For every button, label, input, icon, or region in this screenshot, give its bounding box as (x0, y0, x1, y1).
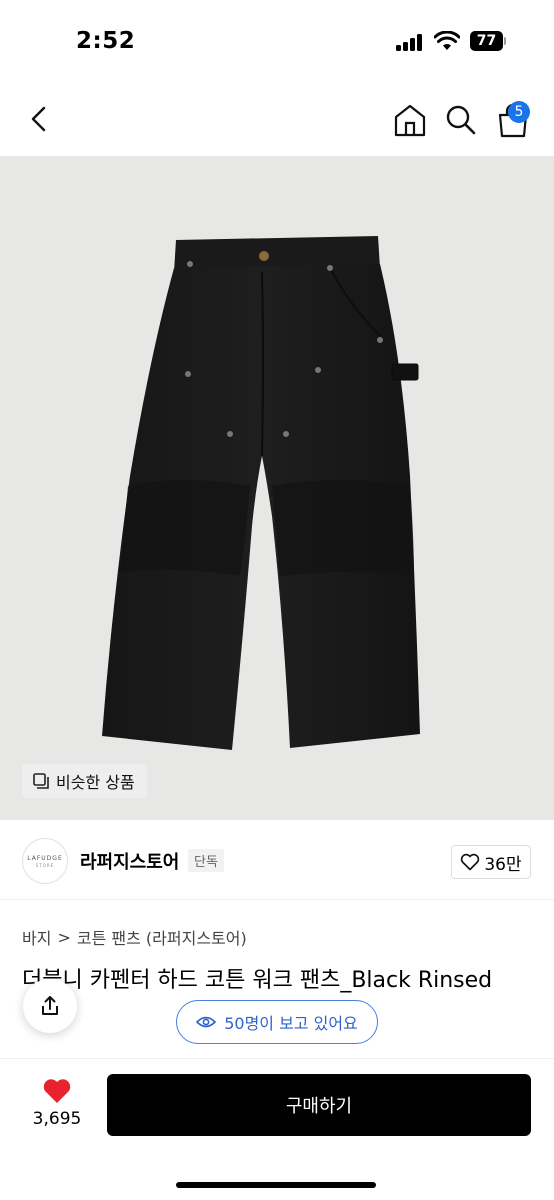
product-image[interactable] (0, 156, 554, 820)
share-icon (42, 996, 58, 1015)
battery-icon: 77 (470, 31, 506, 51)
store-name[interactable]: 라퍼지스토어 (80, 848, 179, 874)
status-bar: 2:52 77 (0, 0, 554, 80)
eye-icon (196, 1016, 217, 1028)
status-time: 2:52 (76, 28, 136, 54)
wifi-icon (434, 31, 460, 50)
buy-button[interactable]: 구매하기 (107, 1074, 531, 1136)
viewers-indicator: 50명이 보고 있어요 (176, 1000, 378, 1044)
heart-outline-icon (461, 853, 480, 871)
store-logo-subtext: STORE (35, 862, 55, 868)
store-logo[interactable]: LAFUDGE STORE (22, 838, 68, 884)
cellular-signal-icon (396, 33, 424, 51)
cart-count-badge: 5 (508, 101, 530, 123)
back-icon[interactable] (22, 102, 56, 136)
heart-filled-icon[interactable] (42, 1077, 72, 1105)
wish-count: 3,695 (32, 1109, 82, 1129)
store-like-count: 36만 (484, 854, 522, 875)
store-row: LAFUDGE STORE 라퍼지스토어 단독 36만 (0, 820, 554, 900)
product-title: 더블니 카펜터 하드 코튼 워크 팬츠_Black Rinsed (22, 968, 493, 993)
top-nav (0, 80, 554, 156)
store-like-button[interactable]: 36만 (451, 845, 531, 879)
breadcrumb: 바지 > 코튼 팬츠 (라퍼지스토어) (22, 925, 247, 949)
search-icon[interactable] (443, 102, 479, 138)
pants-illustration (102, 236, 420, 750)
breadcrumb-subcategory[interactable]: 코튼 팬츠 (라퍼지스토어) (77, 925, 247, 949)
viewers-label: 50명이 보고 있어요 (224, 1014, 358, 1033)
similar-icon (33, 773, 49, 789)
home-indicator (176, 1182, 376, 1188)
similar-products-label: 비슷한 상품 (56, 773, 135, 792)
exclusive-badge: 단독 (188, 849, 224, 872)
breadcrumb-separator: > (57, 927, 71, 947)
breadcrumb-category[interactable]: 바지 (22, 925, 51, 949)
similar-products-button[interactable]: 비슷한 상품 (22, 764, 147, 798)
bottom-bar: 3,695 구매하기 (0, 1058, 554, 1200)
battery-level: 77 (470, 31, 503, 51)
store-logo-text: LAFUDGE (27, 854, 63, 862)
home-icon[interactable] (392, 102, 428, 138)
share-button[interactable] (23, 979, 77, 1033)
